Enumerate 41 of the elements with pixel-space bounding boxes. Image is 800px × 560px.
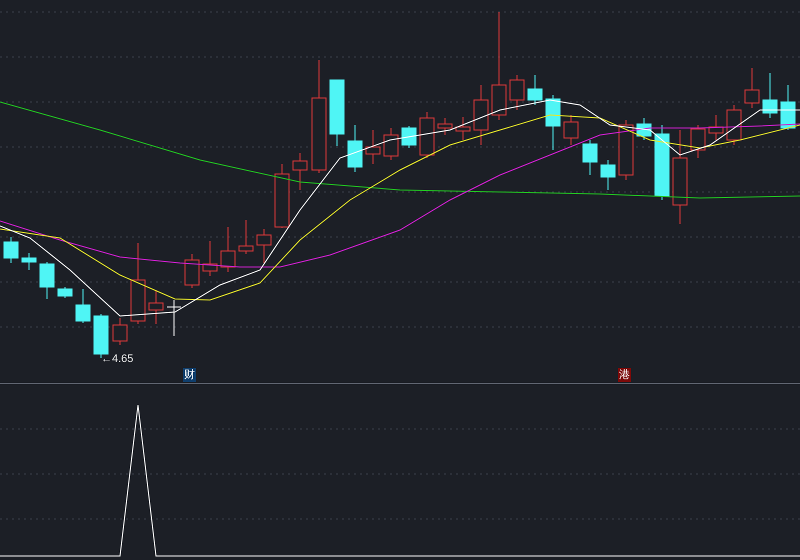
candlestick — [474, 84, 488, 146]
event-marker: 港 — [618, 368, 631, 382]
candlestick — [726, 104, 742, 146]
candlestick — [148, 290, 164, 324]
candlestick — [510, 74, 524, 110]
candlestick — [58, 286, 72, 298]
candlestick — [292, 152, 308, 190]
candlestick — [636, 118, 652, 140]
candlestick — [274, 164, 290, 228]
candlestick — [76, 288, 90, 324]
candlestick — [184, 254, 200, 288]
candlestick — [618, 120, 634, 180]
candlestick — [708, 114, 724, 140]
candlestick — [40, 262, 54, 300]
candlestick — [22, 252, 36, 270]
candlestick — [690, 124, 706, 158]
candlestick — [256, 228, 272, 264]
candlestick — [438, 118, 452, 136]
candlestick — [546, 94, 560, 150]
candlestick — [780, 84, 796, 130]
candlestick — [220, 226, 236, 272]
candlestick — [348, 124, 362, 172]
candlestick — [330, 80, 344, 146]
candlestick — [238, 220, 254, 254]
candlestick — [366, 130, 380, 164]
candlestick — [564, 114, 578, 146]
candlestick — [112, 318, 128, 346]
candlestick — [4, 236, 18, 264]
candlestick — [420, 112, 434, 158]
candlestick — [528, 74, 542, 106]
candlestick — [402, 126, 416, 148]
candlestick — [202, 240, 218, 276]
candlestick — [762, 72, 778, 118]
candlestick — [456, 116, 470, 140]
candlestick — [384, 128, 398, 160]
event-marker: 财 — [183, 368, 196, 382]
candlestick — [582, 140, 598, 176]
candlestick — [166, 300, 182, 336]
low-price-label: ←4.65 — [101, 354, 134, 365]
candlestick — [744, 68, 760, 108]
candlestick — [600, 160, 616, 190]
